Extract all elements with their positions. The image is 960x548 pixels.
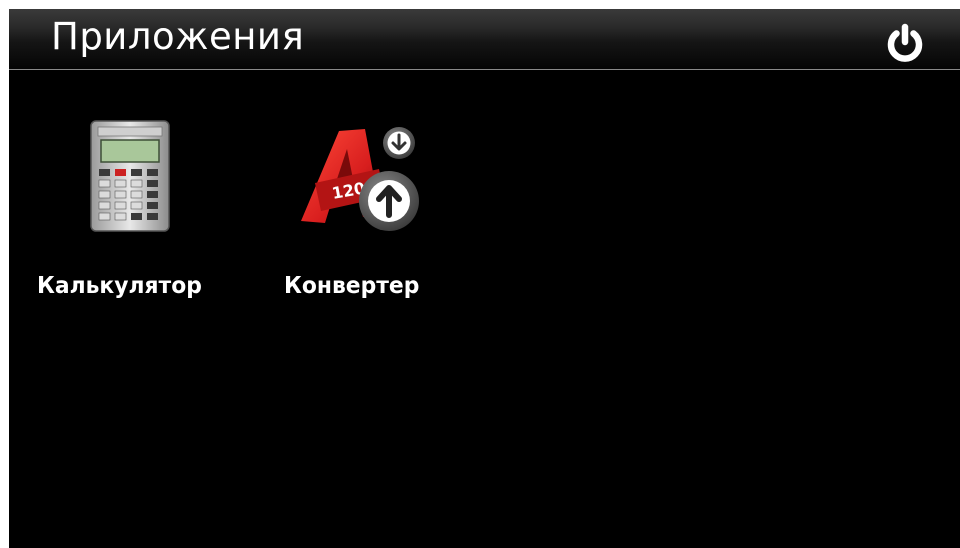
title-bar: Приложения [9, 9, 960, 70]
app-screen: Приложения Калькулятор 120 Конвертер [9, 9, 960, 548]
app-converter[interactable]: 120 Конвертер [279, 109, 469, 309]
app-calculator[interactable]: Калькулятор [35, 109, 225, 309]
power-icon [887, 23, 923, 62]
calculator-icon [90, 120, 170, 232]
converter-icon: 120 [301, 127, 419, 231]
power-button[interactable] [883, 21, 927, 65]
app-label: Калькулятор [37, 273, 202, 299]
app-label: Конвертер [284, 273, 420, 299]
page-title: Приложения [51, 15, 305, 58]
